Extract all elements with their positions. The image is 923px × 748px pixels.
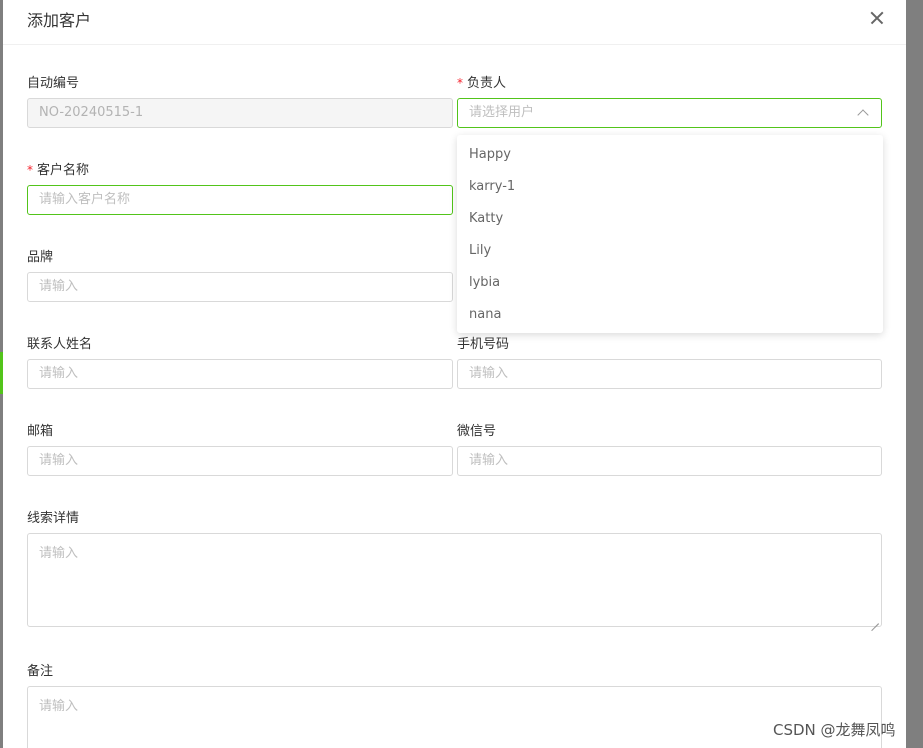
required-mark: * <box>27 163 33 177</box>
lead-details-textarea[interactable]: 请输入 <box>27 533 882 627</box>
dropdown-option[interactable]: Katty <box>457 203 883 235</box>
contact-name-label: 联系人姓名 <box>27 337 93 352</box>
dropdown-option[interactable]: Happy <box>457 139 883 171</box>
contact-name-input[interactable]: 请输入 <box>27 359 453 389</box>
owner-select[interactable]: 请选择用户 <box>457 98 882 128</box>
dropdown-option[interactable]: lybia <box>457 267 883 299</box>
owner-select-placeholder: 请选择用户 <box>469 105 535 120</box>
resize-handle-icon[interactable] <box>871 616 879 624</box>
dialog-header: 添加客户 <box>3 0 906 45</box>
remarks-label: 备注 <box>27 664 54 679</box>
owner-dropdown-menu: Happy karry-1 Katty Lily lybia nana <box>457 135 883 333</box>
dropdown-option[interactable]: Lily <box>457 235 883 267</box>
phone-label: 手机号码 <box>457 337 510 352</box>
remarks-textarea[interactable]: 请输入 <box>27 686 882 748</box>
watermark: CSDN @龙舞凤鸣 <box>773 721 896 739</box>
customer-name-label-text: 客户名称 <box>37 163 90 178</box>
required-mark: * <box>457 76 463 90</box>
phone-input[interactable]: 请输入 <box>457 359 882 389</box>
dialog-title: 添加客户 <box>27 11 92 30</box>
lead-details-placeholder: 请输入 <box>39 546 79 561</box>
customer-name-input[interactable]: 请输入客户名称 <box>27 185 453 215</box>
chevron-up-icon <box>857 109 869 121</box>
auto-number-input: NO-20240515-1 <box>27 98 453 128</box>
owner-label: * 负责人 <box>457 72 506 91</box>
brand-input[interactable]: 请输入 <box>27 272 453 302</box>
email-input[interactable]: 请输入 <box>27 446 453 476</box>
customer-name-label: * 客户名称 <box>27 159 89 178</box>
owner-label-text: 负责人 <box>467 76 507 91</box>
brand-label: 品牌 <box>27 250 54 265</box>
dropdown-option[interactable]: nana <box>457 299 883 331</box>
auto-number-label: 自动编号 <box>27 76 80 91</box>
wechat-input[interactable]: 请输入 <box>457 446 882 476</box>
close-icon[interactable] <box>865 6 889 30</box>
lead-details-label: 线索详情 <box>27 511 80 526</box>
add-customer-dialog: 添加客户 自动编号 NO-20240515-1 * 负责人 请选择用户 * 客户名称… <box>3 0 906 748</box>
wechat-label: 微信号 <box>457 424 497 439</box>
dropdown-option[interactable]: karry-1 <box>457 171 883 203</box>
email-label: 邮箱 <box>27 424 54 439</box>
remarks-placeholder: 请输入 <box>39 699 79 714</box>
